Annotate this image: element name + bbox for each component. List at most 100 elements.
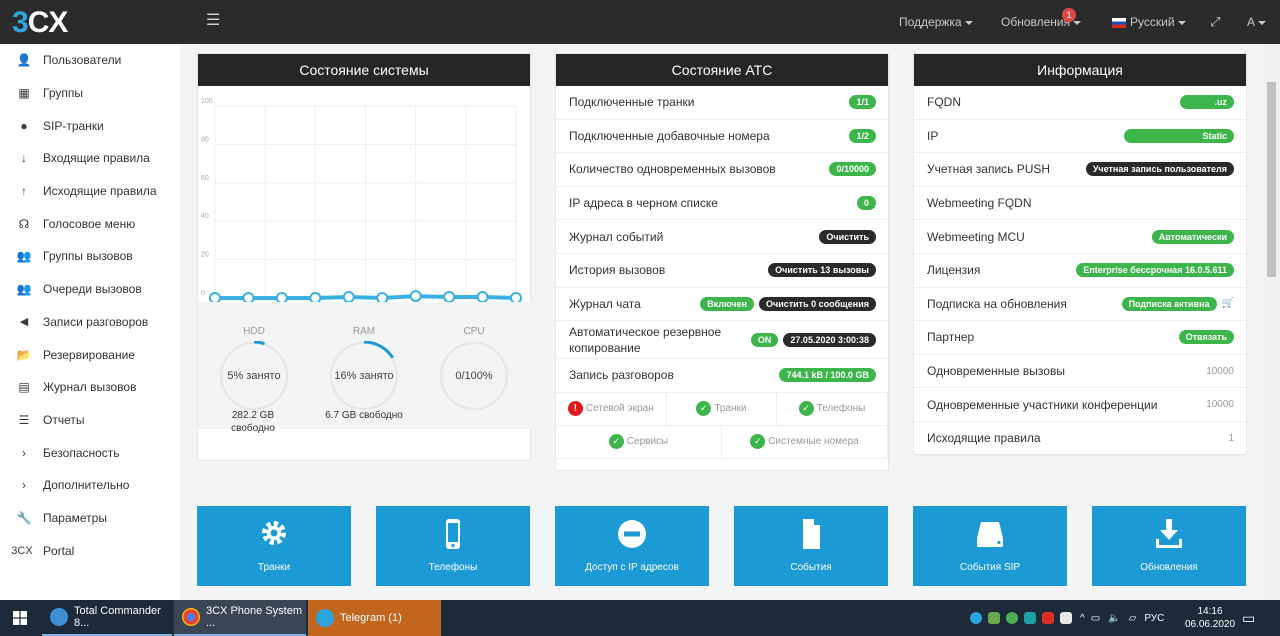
chevron-up-icon[interactable]: ^: [1080, 613, 1085, 624]
app-tray-icon[interactable]: [1006, 612, 1018, 624]
document-icon: [803, 519, 820, 549]
info-row: Исходящие правила 1: [914, 422, 1246, 456]
security-tray-icon[interactable]: [1060, 612, 1072, 624]
chart-point[interactable]: [342, 291, 355, 304]
info-rows: FQDN .uz IP Static Учетная запись PUSH Учетна…: [914, 86, 1246, 456]
shield-tray-icon[interactable]: [1042, 612, 1054, 624]
chart-y-tick-label: 40: [201, 213, 209, 220]
sidebar-item-sip-trunks[interactable]: ● SIP-транки: [0, 109, 180, 142]
status-error-item[interactable]: ! Сетевой экран: [556, 392, 667, 426]
tile-trunks[interactable]: Транки: [197, 506, 351, 586]
chrome-icon: [182, 608, 200, 626]
scrollbar-thumb[interactable]: [1267, 82, 1276, 277]
status-ok-item[interactable]: ✓ Телефоны: [777, 392, 888, 426]
monitor-icon[interactable]: ▭: [1091, 613, 1100, 624]
info-row-value: Автоматически: [1151, 220, 1234, 253]
sidebar-item-backup[interactable]: 📂 Резервирование: [0, 338, 180, 371]
pbx-row-label: Количество одновременных вызовов: [569, 162, 776, 177]
chart-point[interactable]: [443, 291, 456, 304]
pbx-row-pill: 0/10000: [829, 162, 876, 177]
hdd-free: 282.2 GB свободно: [231, 410, 275, 434]
info-row: Webmeeting FQDN: [914, 187, 1246, 221]
info-row-pill: .uz: [1180, 95, 1234, 110]
cart-icon[interactable]: 🛒: [1222, 298, 1234, 309]
pbx-row-pill[interactable]: Очистить 13 вызовы: [768, 263, 876, 278]
sidebar-item-settings[interactable]: 🔧 Параметры: [0, 502, 180, 535]
pbx-row-pill: ON: [750, 332, 779, 347]
pbx-row-pill[interactable]: 27.05.2020 3:00:38: [783, 332, 876, 347]
sidebar-item-portal[interactable]: 3CX Portal: [0, 534, 180, 567]
windows-start-button[interactable]: [0, 600, 40, 636]
telegram-tray-icon[interactable]: [970, 612, 982, 624]
info-row: FQDN .uz: [914, 86, 1246, 120]
chart-point[interactable]: [476, 291, 489, 304]
volume-icon[interactable]: 🔈: [1108, 613, 1120, 624]
tile-updates[interactable]: Обновления: [1092, 506, 1246, 586]
3cx-logo[interactable]: 3CX: [12, 6, 68, 40]
chart-y-tick-label: 60: [201, 175, 209, 182]
sidebar-item-call-log[interactable]: ▤ Журнал вызовов: [0, 371, 180, 404]
tile-ip-access[interactable]: Доступ с IP адресов: [555, 506, 709, 586]
info-row-number: 10000: [1206, 365, 1234, 377]
status-ok-item[interactable]: ✓ Сервисы: [556, 425, 722, 459]
sidebar-item-advanced[interactable]: › Дополнительно: [0, 469, 180, 502]
pbx-row-label: История вызовов: [569, 263, 666, 278]
nvidia-tray-icon[interactable]: [988, 612, 1000, 624]
tile-sip-events[interactable]: События SIP: [913, 506, 1067, 586]
chart-y-tick-label: 0: [201, 290, 205, 297]
pbx-row-pill[interactable]: Очистить: [819, 229, 876, 244]
status-label: Транки: [714, 403, 747, 415]
status-ok-item[interactable]: ✓ Транки: [666, 392, 778, 426]
3cx-icon: 3CX: [11, 544, 33, 557]
sidebar-item-recordings[interactable]: ◀ Записи разговоров: [0, 306, 180, 339]
sidebar-item-outbound-rules[interactable]: ↑ Исходящие правила: [0, 175, 180, 208]
sidebar-item-security[interactable]: › Безопасность: [0, 436, 180, 469]
sync-tray-icon[interactable]: [1024, 612, 1036, 624]
pbx-row-values: 744.1 kB / 100.0 GB: [779, 359, 876, 392]
pbx-row-pill: Включен: [700, 296, 754, 311]
taskbar-total-commander[interactable]: Total Commander 8...: [42, 600, 172, 636]
user-menu[interactable]: А: [1247, 0, 1266, 44]
pbx-row-pill: 744.1 kB / 100.0 GB: [779, 368, 876, 383]
taskbar-3cx-chrome[interactable]: 3CX Phone System ...: [174, 600, 306, 636]
sidebar-item-inbound-rules[interactable]: ↓ Входящие правила: [0, 142, 180, 175]
status-label: Системные номера: [768, 436, 859, 448]
download-icon: [1156, 519, 1182, 548]
info-row-label: Исходящие правила: [927, 431, 1041, 446]
network-icon[interactable]: ▱: [1129, 613, 1137, 624]
support-menu[interactable]: Поддержка: [899, 0, 973, 44]
fullscreen-icon[interactable]: ⤢: [1210, 0, 1220, 44]
sidebar-item-reports[interactable]: ☰ Отчеты: [0, 404, 180, 437]
sidebar-item-users[interactable]: 👤 Пользователи: [0, 44, 180, 77]
pbx-row: Подключенные транки 1/1: [556, 86, 888, 120]
headset-icon: ☊: [18, 216, 30, 231]
hdd-icon: [977, 522, 1003, 547]
sidebar-item-call-queues[interactable]: 👥 Очереди вызовов: [0, 273, 180, 306]
pbx-row-label: IP адреса в черном списке: [569, 196, 718, 211]
info-panel: Информация FQDN .uz IP Static Учетная запись…: [913, 53, 1247, 456]
chart-point[interactable]: [409, 290, 422, 303]
taskbar-telegram[interactable]: Telegram (1): [308, 600, 441, 636]
sidebar-item-ivr[interactable]: ☊ Голосовое меню: [0, 207, 180, 240]
globe-icon: ●: [20, 118, 28, 133]
sidebar-item-groups[interactable]: ▦ Группы: [0, 77, 180, 110]
info-row-value: Enterprise бессрочная 16.0.5.611: [1076, 254, 1234, 287]
notification-icon[interactable]: ▭: [1242, 600, 1255, 636]
tile-events[interactable]: События: [734, 506, 888, 586]
status-ok-item[interactable]: ✓ Системные номера: [722, 425, 888, 459]
pbx-row: История вызовов Очистить 13 вызовы: [556, 254, 888, 288]
language-menu[interactable]: Русский: [1112, 0, 1186, 44]
page-scrollbar[interactable]: [1264, 44, 1280, 600]
clock[interactable]: 14:16 06.06.2020: [1180, 600, 1240, 636]
pbx-row-values: 1/1: [849, 86, 876, 119]
pbx-row-pill[interactable]: Очистить 0 сообщения: [758, 296, 876, 311]
pbx-row: IP адреса в черном списке 0: [556, 187, 888, 221]
status-label: Сетевой экран: [585, 403, 654, 415]
system-state-panel: Состояние системы 02040608010014:16:1514…: [197, 53, 531, 461]
sidebar: 👤 Пользователи ▦ Группы ● SIP-транки ↓ Входя…: [0, 44, 180, 600]
tile-phones[interactable]: Телефоны: [376, 506, 530, 586]
sidebar-item-ring-groups[interactable]: 👥 Группы вызовов: [0, 240, 180, 273]
menu-toggle-icon[interactable]: ☰: [206, 13, 220, 29]
updates-menu[interactable]: Обновления: [1001, 0, 1081, 44]
language-indicator[interactable]: РУС: [1144, 613, 1164, 624]
